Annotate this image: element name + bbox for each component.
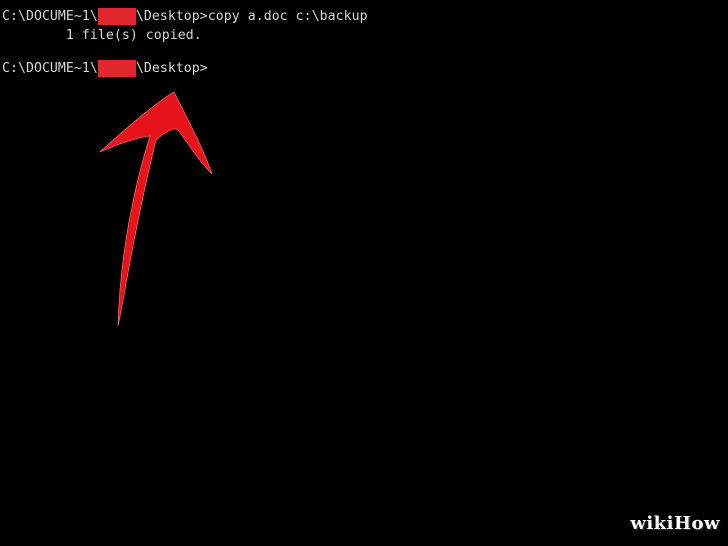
arrow-up-icon [99, 91, 213, 327]
annotation-arrow [99, 91, 213, 327]
command-prompt-window[interactable]: C:\DOCUME~1\ \Desktop>copy a.doc c:\backu… [0, 0, 728, 546]
wikihow-logo: wikiHow [630, 513, 720, 534]
